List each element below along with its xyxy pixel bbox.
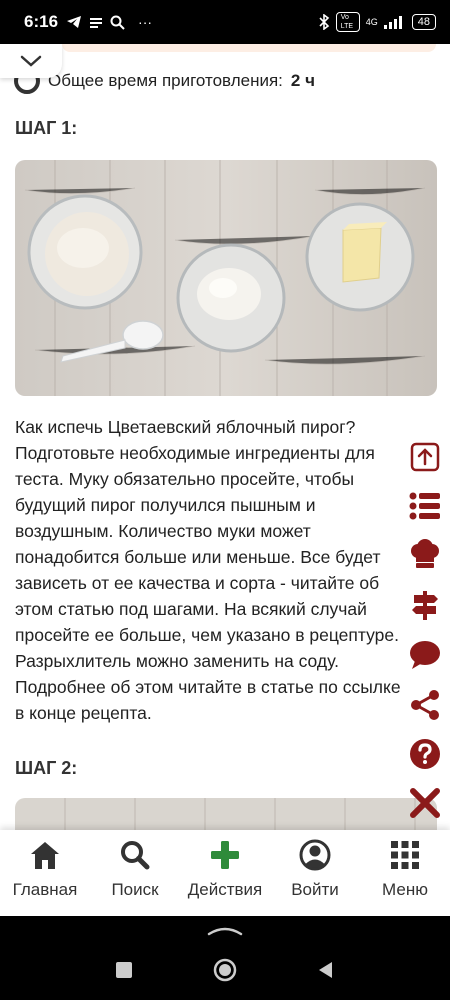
steps-nav-button[interactable] bbox=[406, 586, 444, 624]
nav-actions[interactable]: Действия bbox=[180, 830, 270, 900]
comment-icon bbox=[410, 641, 440, 669]
chef-button[interactable] bbox=[406, 536, 444, 574]
system-navigation-bar bbox=[0, 916, 450, 1000]
comments-button[interactable] bbox=[406, 636, 444, 674]
signpost-icon bbox=[412, 591, 438, 620]
nav-home-label: Главная bbox=[12, 880, 78, 899]
bottom-navigation: Главная Поиск Действия Войти Меню bbox=[0, 830, 450, 916]
chevron-down-icon bbox=[20, 55, 42, 67]
battery-indicator: 48 bbox=[411, 14, 436, 30]
chef-hat-icon bbox=[411, 539, 439, 568]
help-button[interactable] bbox=[406, 735, 444, 773]
step-1-photo bbox=[15, 160, 437, 396]
telegram-icon bbox=[67, 16, 82, 28]
scroll-up-icon bbox=[410, 442, 440, 472]
total-time-value: 2 ч bbox=[290, 71, 315, 90]
share-button[interactable] bbox=[406, 686, 444, 724]
home-system-icon[interactable] bbox=[213, 958, 237, 982]
recent-apps-icon[interactable] bbox=[115, 961, 133, 979]
nav-login[interactable]: Войти bbox=[270, 830, 360, 900]
nav-menu-label: Меню bbox=[382, 880, 428, 899]
collapse-button[interactable] bbox=[0, 44, 62, 78]
grid-icon bbox=[391, 841, 419, 869]
close-side-menu-button[interactable] bbox=[406, 784, 444, 822]
nav-menu[interactable]: Меню bbox=[360, 830, 450, 900]
nav-login-label: Войти bbox=[291, 880, 339, 899]
plus-icon bbox=[211, 841, 239, 869]
search-status-icon bbox=[110, 15, 125, 30]
nav-search[interactable]: Поиск bbox=[90, 830, 180, 900]
nav-actions-label: Действия bbox=[187, 880, 263, 899]
close-icon bbox=[410, 788, 440, 818]
step-1-text: Как испечь Цветаевский яблочный пирог? П… bbox=[15, 417, 401, 723]
sim-icon bbox=[90, 18, 103, 28]
notice-banner-edge bbox=[62, 44, 436, 52]
back-icon[interactable] bbox=[316, 960, 336, 980]
nav-search-label: Поиск bbox=[111, 880, 159, 899]
total-time-label: Общее время приготовления: bbox=[48, 71, 283, 90]
status-bar: 6:16 ··· Vo LTE 4G 48 bbox=[0, 0, 450, 44]
gesture-handle-icon[interactable] bbox=[207, 924, 243, 936]
nav-home[interactable]: Главная bbox=[0, 830, 90, 900]
user-icon bbox=[299, 839, 331, 871]
scroll-up-button[interactable] bbox=[406, 438, 444, 476]
step-1-title: ШАГ 1: bbox=[15, 118, 78, 138]
ingredients-list-button[interactable] bbox=[406, 487, 444, 525]
share-icon bbox=[411, 690, 439, 720]
status-time: 6:16 bbox=[24, 12, 59, 31]
home-icon bbox=[31, 842, 59, 869]
list-icon bbox=[409, 492, 440, 520]
search-icon bbox=[121, 841, 150, 870]
bluetooth-icon bbox=[319, 14, 329, 30]
more-status-icon: ··· bbox=[138, 14, 153, 30]
signal-icon bbox=[383, 16, 402, 29]
step-2-title: ШАГ 2: bbox=[15, 758, 78, 778]
volte-badge: Vo LTE bbox=[335, 12, 360, 32]
help-icon bbox=[410, 739, 440, 769]
network-type: 4G bbox=[365, 17, 378, 27]
